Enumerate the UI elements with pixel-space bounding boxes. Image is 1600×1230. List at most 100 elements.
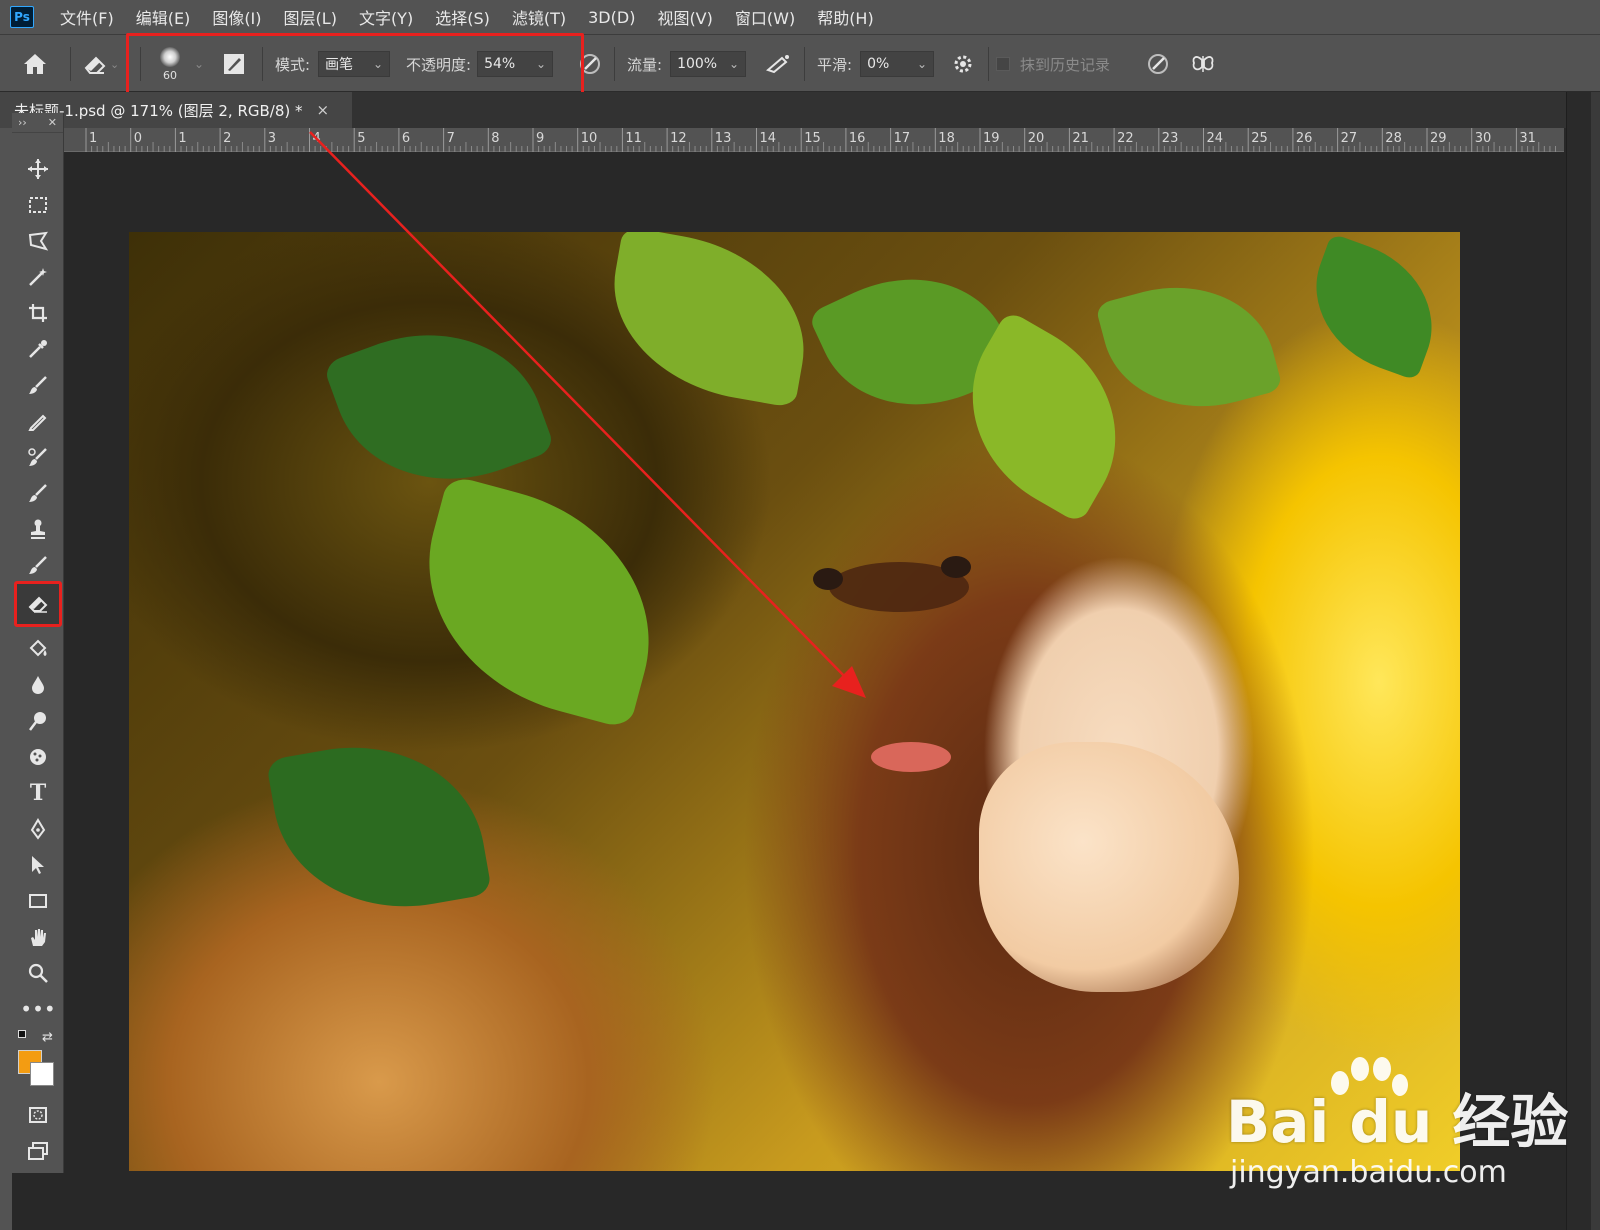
airbrush-button[interactable]: [764, 35, 792, 93]
menu-edit[interactable]: 编辑(E): [136, 5, 191, 29]
ruler-label: 27: [1341, 131, 1358, 146]
brush-settings-icon: [224, 54, 244, 74]
move-icon: [28, 159, 48, 179]
path-selection-tool[interactable]: [20, 848, 56, 882]
erase-to-history-group: 抹到历史记录: [996, 35, 1110, 93]
eyedropper-icon: [29, 340, 47, 358]
zoom-tool[interactable]: [20, 956, 56, 990]
menu-layer[interactable]: 图层(L): [284, 5, 337, 29]
close-icon[interactable]: ✕: [48, 116, 57, 129]
brush-tool[interactable]: [20, 368, 56, 402]
type-icon: T: [29, 780, 47, 806]
default-colors-icon[interactable]: [18, 1030, 30, 1042]
menu-view[interactable]: 视图(V): [657, 5, 712, 29]
ruler-label: 4: [313, 131, 321, 146]
pencil-tool[interactable]: [20, 404, 56, 438]
eraser-tool[interactable]: [14, 581, 62, 627]
move-tool[interactable]: [20, 152, 56, 186]
tool-preset-picker[interactable]: ⌄: [82, 35, 119, 93]
menu-type[interactable]: 文字(Y): [359, 5, 413, 29]
menu-3d[interactable]: 3D(D): [588, 8, 635, 27]
leaf-shape: [322, 299, 556, 515]
watermark-brand: Bai du 经验: [1226, 1088, 1569, 1156]
close-icon[interactable]: ×: [317, 101, 330, 119]
ruler-label: 13: [715, 131, 732, 146]
marquee-tool[interactable]: [20, 188, 56, 222]
mixer-brush-tool[interactable]: [20, 476, 56, 510]
ruler-label: 22: [1117, 131, 1134, 146]
dodge-tool[interactable]: [20, 704, 56, 738]
hand-shape: [979, 742, 1239, 992]
chevron-down-icon: ⌄: [194, 57, 205, 71]
symmetry-button[interactable]: [1190, 35, 1216, 93]
ruler-label: 8: [491, 131, 499, 146]
horizontal-ruler[interactable]: 1 0 1 2 3 4 5 6 7 8 9 10 11 12 13 14 15 16 17 18 19 20 21 22 23 2…: [64, 128, 1564, 152]
leaf-shape: [1094, 263, 1284, 431]
ruler-label: 20: [1028, 131, 1045, 146]
menu-select[interactable]: 选择(S): [435, 5, 490, 29]
swap-colors-icon[interactable]: ⇄: [42, 1030, 53, 1045]
marquee-icon: [29, 197, 47, 213]
sponge-icon: [30, 749, 46, 765]
magic-wand-tool[interactable]: [20, 260, 56, 294]
paint-bucket-icon: [29, 639, 47, 657]
erase-to-history-checkbox[interactable]: [996, 57, 1010, 71]
menu-bar: Ps 文件(F) 编辑(E) 图像(I) 图层(L) 文字(Y) 选择(S) 滤…: [0, 0, 1600, 34]
menu-image[interactable]: 图像(I): [212, 5, 261, 29]
photoshop-window: Ps 文件(F) 编辑(E) 图像(I) 图层(L) 文字(Y) 选择(S) 滤…: [0, 0, 1600, 1230]
mode-select[interactable]: 画笔 ⌄: [318, 51, 391, 77]
blur-tool[interactable]: [20, 668, 56, 702]
smoothing-input[interactable]: 0% ⌄: [860, 51, 935, 77]
crop-tool[interactable]: [20, 296, 56, 330]
pressure-size-button[interactable]: [1146, 35, 1170, 93]
chevron-down-icon: ⌄: [110, 57, 120, 71]
ruler-label: 29: [1430, 131, 1447, 146]
pen-tool[interactable]: [20, 812, 56, 846]
hand-icon: [31, 929, 46, 946]
healing-brush-icon: [28, 448, 47, 466]
menu-help[interactable]: 帮助(H): [817, 5, 874, 29]
brush-picker-toggle[interactable]: ⌄: [194, 35, 204, 93]
document-image[interactable]: [129, 232, 1460, 1171]
brush-settings-button[interactable]: [222, 35, 246, 93]
ruler-label: 28: [1385, 131, 1402, 146]
brush-preset-picker[interactable]: 60: [152, 35, 188, 93]
flow-input[interactable]: 100% ⌄: [670, 51, 747, 77]
screen-mode-button[interactable]: [20, 1134, 56, 1168]
pressure-opacity-button[interactable]: [578, 35, 602, 93]
photoshop-logo-icon: Ps: [10, 6, 34, 28]
quick-mask-button[interactable]: [20, 1098, 56, 1132]
expand-icon[interactable]: ››: [18, 116, 27, 129]
opacity-value: 54%: [484, 56, 516, 72]
menu-file[interactable]: 文件(F): [60, 5, 114, 29]
ruler-label: 14: [760, 131, 777, 146]
ruler-label: 0: [134, 131, 142, 146]
lasso-tool[interactable]: [20, 224, 56, 258]
menu-filter[interactable]: 滤镜(T): [512, 5, 566, 29]
smoothing-label: 平滑:: [817, 55, 853, 74]
more-tools[interactable]: •••: [20, 992, 56, 1026]
rectangle-tool[interactable]: [20, 884, 56, 918]
drop-icon: [32, 676, 44, 694]
eye-shape: [813, 568, 843, 590]
background-color-swatch[interactable]: [30, 1062, 54, 1086]
mixer-brush-icon: [29, 484, 47, 502]
ruler-label: 2: [223, 131, 231, 146]
quick-mask-icon: [29, 1107, 47, 1123]
sponge-tool[interactable]: [20, 740, 56, 774]
zoom-icon: [28, 963, 48, 983]
type-tool[interactable]: T: [20, 776, 56, 810]
eyedropper-tool[interactable]: [20, 332, 56, 366]
menu-window[interactable]: 窗口(W): [735, 5, 795, 29]
hand-tool[interactable]: [20, 920, 56, 954]
spot-healing-tool[interactable]: [20, 440, 56, 474]
clone-stamp-tool[interactable]: [20, 512, 56, 546]
chevron-down-icon: ⌄: [917, 57, 928, 71]
paint-bucket-tool[interactable]: [20, 632, 56, 666]
history-brush-tool[interactable]: [20, 548, 56, 582]
opacity-input[interactable]: 54% ⌄: [477, 51, 554, 77]
home-button[interactable]: [22, 35, 48, 93]
vertical-ruler[interactable]: [0, 128, 12, 1230]
smoothing-options-button[interactable]: [952, 35, 974, 93]
eraser-icon: [84, 56, 106, 74]
